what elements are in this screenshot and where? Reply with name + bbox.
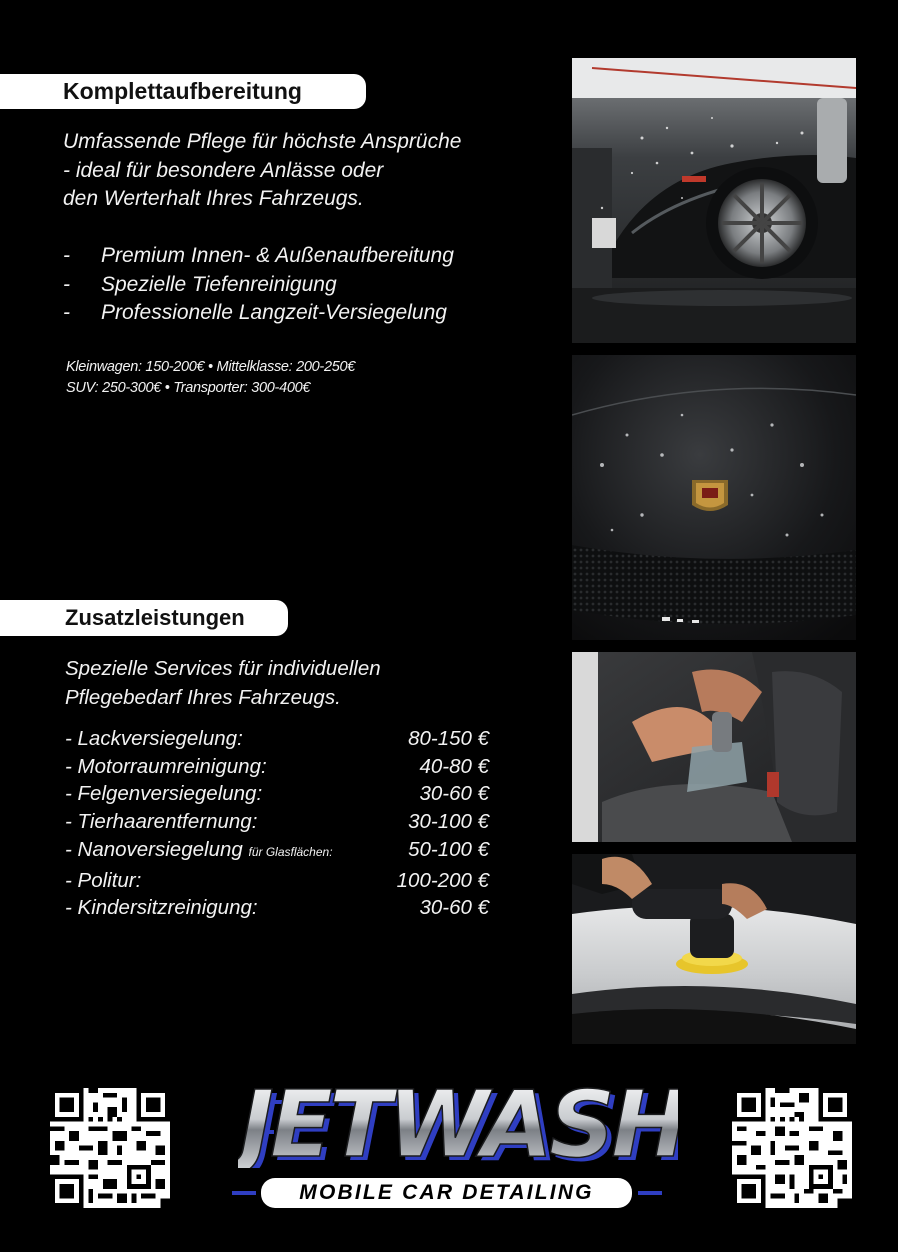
qr-code-right[interactable] [732, 1088, 852, 1208]
extras-row: - Nanoversiegelung für Glasflächen: 50-1… [65, 836, 489, 867]
jetwash-wordmark: JETWASH JETWASH [238, 1072, 678, 1168]
intro-line: Umfassende Pflege für höchste Ansprüche [63, 130, 462, 153]
feature-item: - Professionelle Langzeit-Versiegelung [63, 299, 454, 328]
extras-row: - Tierhaarentfernung: 30-100 € [65, 808, 489, 836]
intro-line: den Werterhalt Ihres Fahrzeugs. [63, 187, 364, 210]
intro-text-zusatz: Spezielle Services für individuellen Pfl… [65, 655, 381, 712]
extras-price: 30-60 € [419, 782, 489, 806]
extras-row: - Kindersitzreinigung: 30-60 € [65, 894, 489, 922]
porsche-hood-badge-photo [572, 355, 856, 640]
extras-row: - Motorraumreinigung: 40-80 € [65, 753, 489, 781]
price-line: SUV: 250-300€ • Transporter: 300-400€ [66, 380, 311, 396]
extras-price: 30-60 € [419, 896, 489, 920]
car-wash-foam-photo [572, 58, 856, 343]
extras-row: - Felgenversiegelung: 30-60 € [65, 780, 489, 808]
feature-text: Spezielle Tiefenreinigung [101, 272, 337, 296]
section-title-zusatzleistungen: Zusatzleistungen [0, 600, 288, 636]
extras-price: 50-100 € [408, 837, 489, 861]
logo-tagline: MOBILE CAR DETAILING [261, 1178, 632, 1208]
list-dash: - [63, 244, 70, 267]
extras-label: - Kindersitzreinigung: [65, 896, 258, 920]
section-title-text: Zusatzleistungen [65, 605, 245, 630]
extras-price: 100-200 € [396, 868, 489, 892]
extras-label: - Politur: [65, 868, 142, 892]
extras-label: - Motorraumreinigung: [65, 754, 267, 778]
extras-price: 80-150 € [408, 727, 489, 750]
extras-row: - Lackversiegelung: 80-150 € [65, 725, 489, 753]
intro-line: Spezielle Services für individuellen [65, 657, 381, 680]
feature-item: - Spezielle Tiefenreinigung [63, 271, 454, 300]
extras-label-wrap: - Nanoversiegelung für Glasflächen: [65, 836, 333, 867]
tagline-dash-right [638, 1191, 662, 1195]
section-title-text: Komplettaufbereitung [63, 78, 302, 104]
qr-code-left[interactable] [50, 1088, 170, 1208]
jetwash-logo: JETWASH JETWASH MOBILE CAR DETAILING [226, 1072, 678, 1214]
paint-polishing-photo [572, 854, 856, 1044]
price-line: Kleinwagen: 150-200€ • Mittelklasse: 200… [66, 359, 356, 375]
list-dash: - [63, 301, 70, 324]
intro-line: Pflegebedarf Ihres Fahrzeugs. [65, 685, 341, 709]
extras-note: für Glasflächen: [248, 844, 333, 859]
feature-text: Premium Innen- & Außenaufbereitung [101, 244, 454, 267]
extras-price-table: - Lackversiegelung: 80-150 € - Motorraum… [65, 725, 489, 922]
section-title-komplettaufbereitung: Komplettaufbereitung [0, 74, 366, 109]
extras-label: - Felgenversiegelung: [65, 782, 263, 806]
extras-label: - Tierhaarentfernung: [65, 810, 258, 834]
logo-text: JETWASH [238, 1072, 678, 1168]
feature-text: Professionelle Langzeit-Versiegelung [101, 301, 447, 324]
extras-price: 40-80 € [419, 754, 489, 778]
interior-seat-cleaning-photo [572, 652, 856, 842]
extras-label: - Nanoversiegelung [65, 837, 243, 861]
extras-row: - Politur: 100-200 € [65, 867, 489, 895]
list-dash: - [63, 272, 70, 296]
feature-item: - Premium Innen- & Außenaufbereitung [63, 242, 454, 271]
tagline-dash-left [232, 1191, 256, 1195]
extras-label: - Lackversiegelung: [65, 727, 243, 750]
intro-line: - ideal für besondere Anlässe oder [63, 158, 384, 182]
feature-list: - Premium Innen- & Außenaufbereitung - S… [63, 242, 454, 328]
extras-price: 30-100 € [408, 810, 489, 834]
intro-text-komplett: Umfassende Pflege für höchste Ansprüche … [63, 128, 543, 214]
price-list-komplett: Kleinwagen: 150-200€ • Mittelklasse: 200… [66, 357, 355, 399]
